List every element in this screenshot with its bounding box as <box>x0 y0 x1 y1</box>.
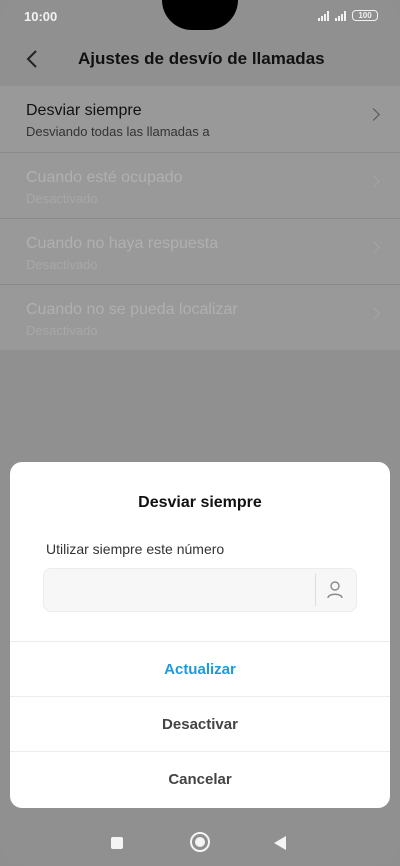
input-divider <box>315 574 316 606</box>
item-subtitle: Desactivado <box>26 323 98 338</box>
cancel-button[interactable]: Cancelar <box>10 751 390 806</box>
camera-notch <box>162 0 238 30</box>
forward-dialog: Desviar siempre Utilizar siempre este nú… <box>10 462 390 808</box>
status-time: 10:00 <box>24 9 58 24</box>
dialog-label: Utilizar siempre este número <box>46 541 225 557</box>
chevron-right-icon <box>367 241 380 254</box>
dialog-title: Desviar siempre <box>138 494 262 511</box>
phone-screen: 10:00 100 Ajustes de desvío de llamadas … <box>0 0 400 866</box>
update-button[interactable]: Actualizar <box>10 641 390 696</box>
back-icon[interactable] <box>274 836 286 850</box>
item-title: Cuando esté ocupado <box>26 169 183 186</box>
chevron-right-icon <box>367 307 380 320</box>
call-forwarding-list: Desviar siempre Desviando todas las llam… <box>0 86 400 350</box>
signal-icon <box>318 10 329 21</box>
chevron-right-icon <box>367 175 380 188</box>
deactivate-button[interactable]: Desactivar <box>10 696 390 751</box>
item-subtitle: Desactivado <box>26 257 98 272</box>
item-subtitle: Desactivado <box>26 191 98 206</box>
recent-apps-icon[interactable] <box>111 837 123 849</box>
contact-person-icon[interactable] <box>326 580 344 600</box>
back-arrow-icon[interactable] <box>20 46 46 72</box>
home-icon[interactable] <box>190 832 210 852</box>
item-subtitle: Desviando todas las llamadas a <box>26 124 210 139</box>
item-title: Cuando no haya respuesta <box>26 235 219 252</box>
chevron-right-icon <box>367 108 380 121</box>
item-title: Cuando no se pueda localizar <box>26 301 238 318</box>
navigation-bar <box>0 818 400 866</box>
app-header: Ajustes de desvío de llamadas <box>0 34 400 86</box>
number-input[interactable] <box>44 569 312 611</box>
list-item-unreachable[interactable]: Cuando no se pueda localizar Desactivado <box>0 284 400 350</box>
item-title: Desviar siempre <box>26 102 142 119</box>
page-title: Ajustes de desvío de llamadas <box>78 49 325 68</box>
status-bar: 10:00 100 <box>0 0 400 34</box>
number-field <box>43 568 357 612</box>
list-item-no-answer[interactable]: Cuando no haya respuesta Desactivado <box>0 218 400 284</box>
status-icons: 100 <box>318 10 378 21</box>
list-item-when-busy[interactable]: Cuando esté ocupado Desactivado <box>0 152 400 218</box>
battery-icon: 100 <box>352 10 378 21</box>
list-item-always-forward[interactable]: Desviar siempre Desviando todas las llam… <box>0 86 400 152</box>
signal-icon <box>335 10 346 21</box>
